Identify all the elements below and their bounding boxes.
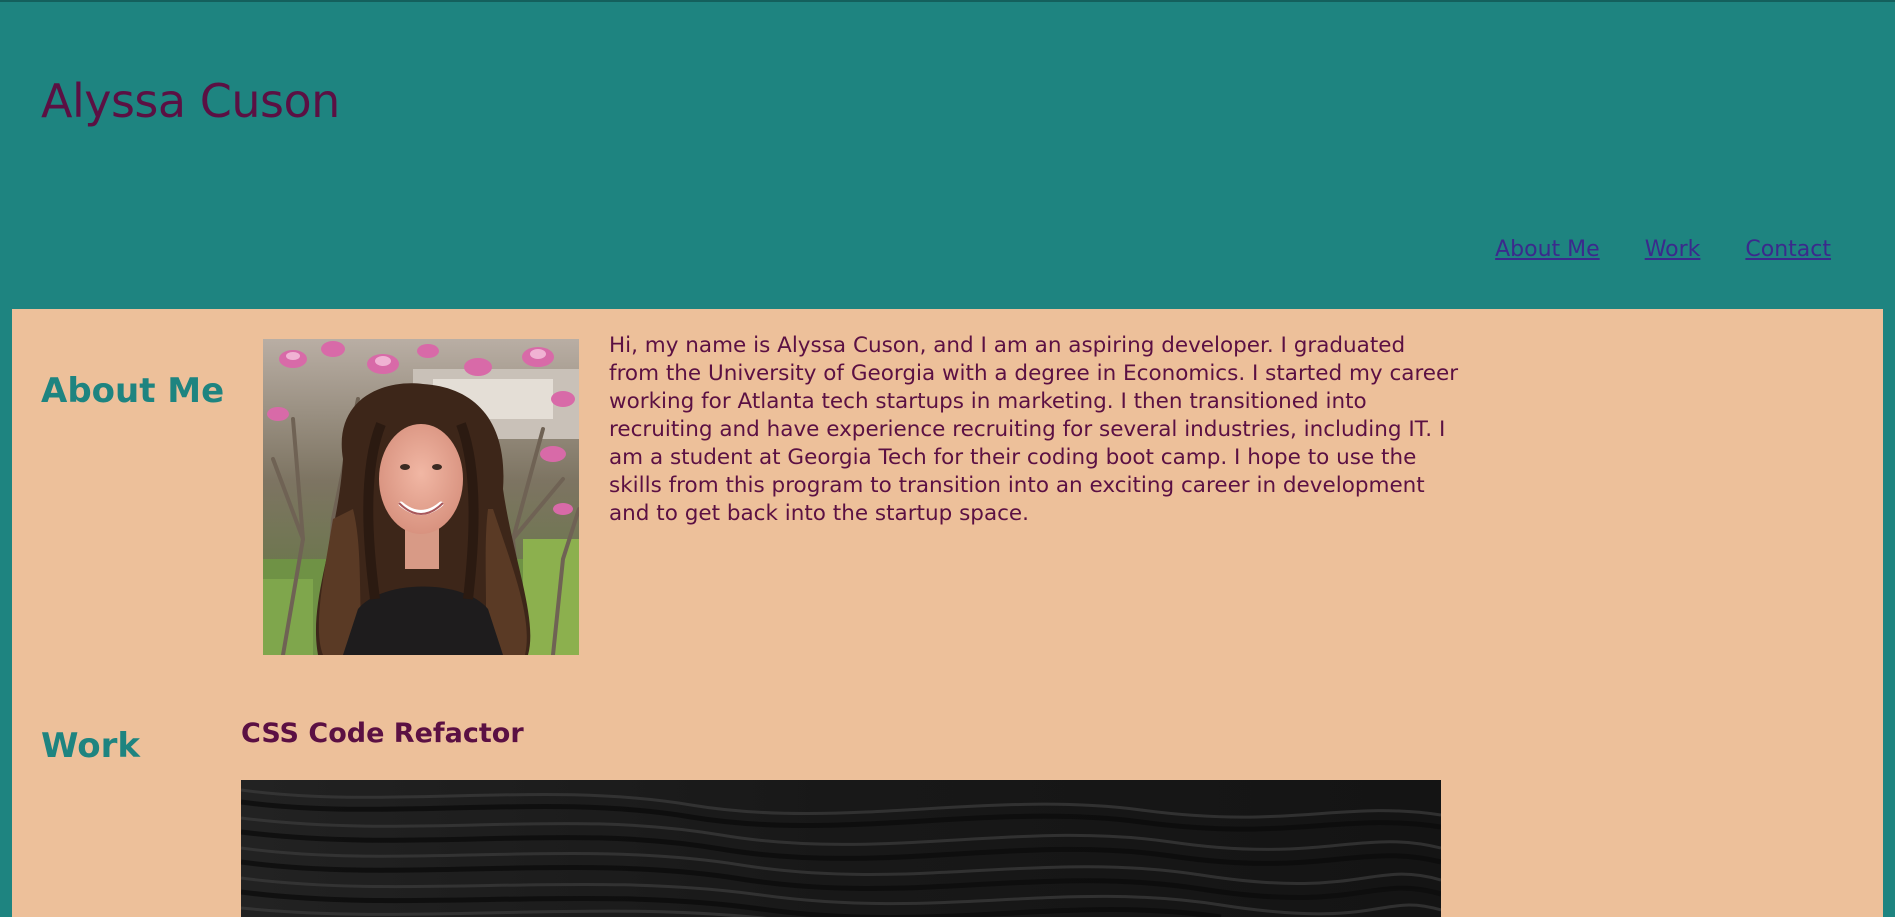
main-nav: About Me Work Contact xyxy=(1495,237,1831,262)
nav-link-work[interactable]: Work xyxy=(1645,237,1701,262)
profile-photo xyxy=(263,339,579,655)
site-title: Alyssa Cuson xyxy=(41,74,340,128)
work-heading: Work xyxy=(41,726,141,766)
page: Alyssa Cuson About Me Work Contact About… xyxy=(0,0,1895,917)
about-heading: About Me xyxy=(41,371,225,411)
project-image[interactable] xyxy=(241,780,1441,917)
about-paragraph: Hi, my name is Alyssa Cuson, and I am an… xyxy=(609,333,1459,526)
site-header: Alyssa Cuson About Me Work Contact xyxy=(0,0,1895,309)
main-content: About Me Hi, my name is Alyssa Cuson, an… xyxy=(12,309,1883,917)
nav-link-about-me[interactable]: About Me xyxy=(1495,237,1600,262)
project-title: CSS Code Refactor xyxy=(241,718,524,749)
nav-link-contact[interactable]: Contact xyxy=(1745,237,1831,262)
